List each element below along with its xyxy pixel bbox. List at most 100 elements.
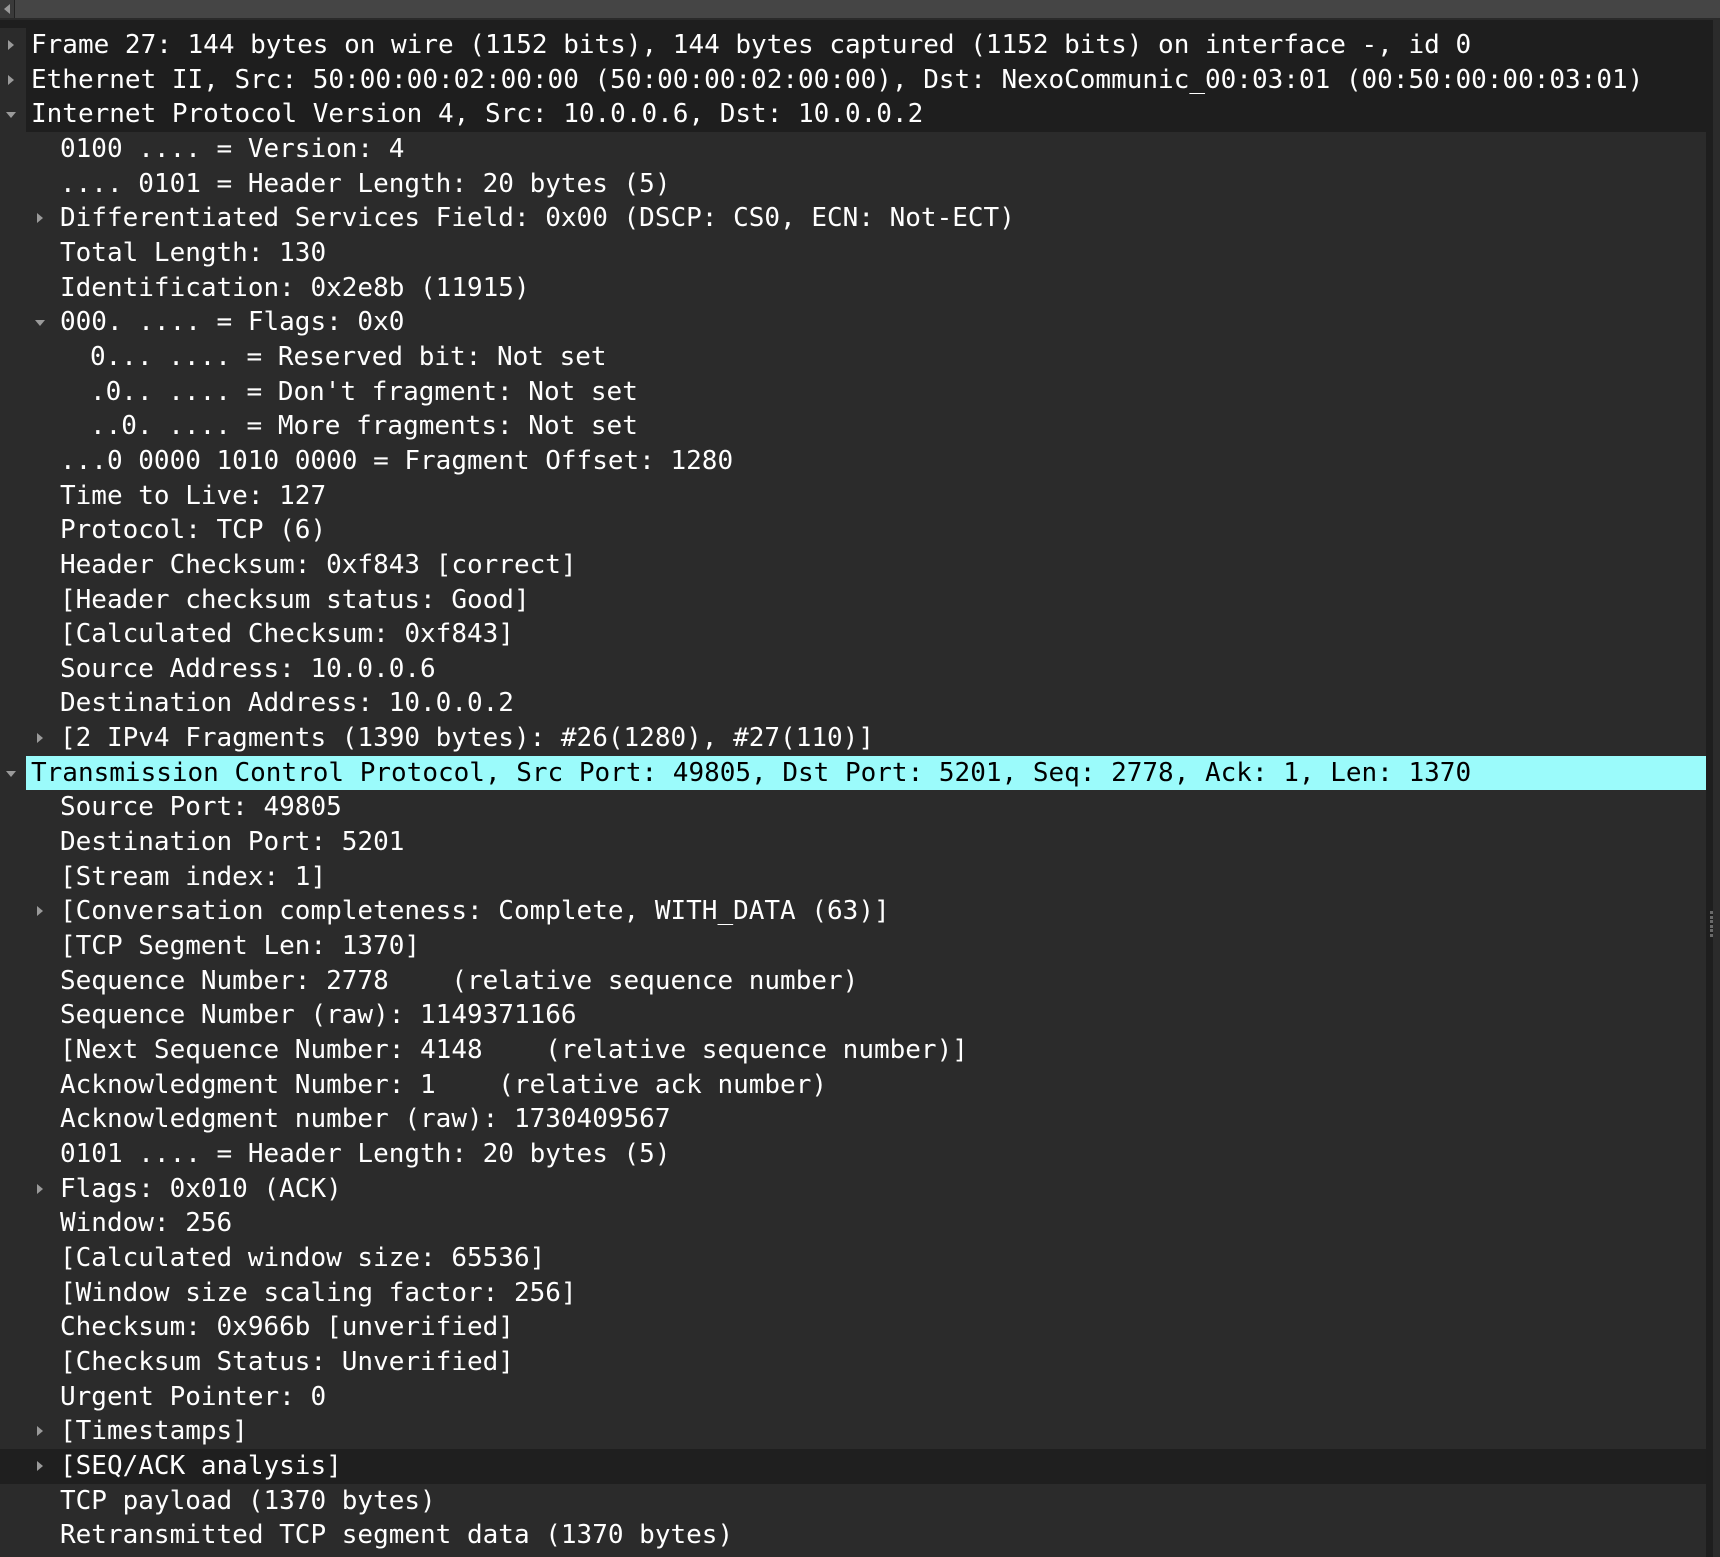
tree-item[interactable]: [2 IPv4 Fragments (1390 bytes): #26(1280… [0,721,1706,756]
tree-item-label: Internet Protocol Version 4, Src: 10.0.0… [31,99,924,130]
tree-item-selected[interactable]: Transmission Control Protocol, Src Port:… [0,755,1706,791]
tree-item-label: 0100 .... = Version: 4 [60,133,405,164]
tree-item-label: Frame 27: 144 bytes on wire (1152 bits),… [31,30,1472,60]
tree-item[interactable]: Acknowledgment number (raw): 1730409567 [0,1102,1706,1137]
tree-item-label: Window: 256 [60,1208,233,1239]
pane-splitter-handle[interactable] [1706,20,1713,1557]
tree-item[interactable]: [Stream index: 1] [0,860,1706,895]
tree-item[interactable]: [Conversation completeness: Complete, WI… [0,894,1706,929]
collapsed-arrow-icon[interactable] [6,63,16,98]
scroll-left-arrow-icon[interactable] [0,0,15,18]
tree-item[interactable]: [Header checksum status: Good] [0,583,1706,618]
tree-item[interactable]: Flags: 0x010 (ACK) [0,1172,1706,1207]
tree-item-label: ..0. .... = More fragments: Not set [90,411,638,442]
tree-item[interactable]: Ethernet II, Src: 50:00:00:02:00:00 (50:… [0,62,1706,98]
tree-item-label: [Stream index: 1] [60,861,327,892]
collapsed-arrow-icon[interactable] [35,1414,45,1449]
tree-item-label: Urgent Pointer: 0 [60,1381,327,1412]
tree-item-label: Time to Live: 127 [60,480,327,511]
tree-item-label: Retransmitted TCP segment data (1370 byt… [60,1520,734,1551]
tree-item[interactable]: Sequence Number (raw): 1149371166 [0,998,1706,1033]
tree-item[interactable]: Internet Protocol Version 4, Src: 10.0.0… [0,97,1706,132]
tree-item-label: Sequence Number: 2778 (relative sequence… [60,965,859,996]
tree-item-label: Transmission Control Protocol, Src Port:… [31,757,1472,788]
tree-item-label: Differentiated Services Field: 0x00 (DSC… [60,203,1015,234]
tree-item-label: Destination Address: 10.0.0.2 [60,688,514,719]
tree-item-label: Acknowledgment number (raw): 1730409567 [60,1104,671,1135]
tree-item-label: Sequence Number (raw): 1149371166 [60,1000,577,1031]
tree-item-label: Source Address: 10.0.0.6 [60,653,436,684]
collapsed-arrow-icon[interactable] [35,201,45,236]
row-background [26,1206,1706,1241]
tree-item-label: Flags: 0x010 (ACK) [60,1173,342,1204]
tree-item-label: Destination Port: 5201 [60,827,405,858]
tree-item[interactable]: ..0. .... = More fragments: Not set [0,409,1706,444]
tree-item[interactable]: .0.. .... = Don't fragment: Not set [0,375,1706,410]
tree-item[interactable]: Window: 256 [0,1206,1706,1241]
tree-item[interactable]: [Calculated Checksum: 0xf843] [0,617,1706,652]
tree-item[interactable]: Frame 27: 144 bytes on wire (1152 bits),… [0,28,1706,63]
tree-item[interactable]: [Next Sequence Number: 4148 (relative se… [0,1033,1706,1068]
tree-item[interactable]: Checksum: 0x966b [unverified] [0,1310,1706,1345]
expanded-arrow-icon[interactable] [35,305,45,340]
tree-item[interactable]: [Checksum Status: Unverified] [0,1345,1706,1380]
tree-item[interactable]: Destination Port: 5201 [0,825,1706,860]
tree-item-label: [Timestamps] [60,1416,248,1447]
tree-item-label: 0... .... = Reserved bit: Not set [90,341,607,372]
tree-item-label: Source Port: 49805 [60,792,342,823]
tree-item-label: [Checksum Status: Unverified] [60,1346,514,1377]
expanded-arrow-icon[interactable] [6,756,16,791]
tree-item[interactable]: Differentiated Services Field: 0x00 (DSC… [0,201,1706,236]
packet-details-tree: Frame 27: 144 bytes on wire (1152 bits),… [0,28,1706,1553]
tree-item-label: [Conversation completeness: Complete, WI… [60,896,890,927]
tree-item-label: [Header checksum status: Good] [60,584,530,615]
tree-item[interactable]: Source Port: 49805 [0,790,1706,825]
tree-item[interactable]: Sequence Number: 2778 (relative sequence… [0,964,1706,999]
tree-item-label: TCP payload (1370 bytes) [60,1485,436,1516]
expanded-arrow-icon[interactable] [6,97,16,132]
tree-item[interactable]: [Timestamps] [0,1414,1706,1449]
tree-item[interactable]: Protocol: TCP (6) [0,513,1706,548]
tree-item-label: ...0 0000 1010 0000 = Fragment Offset: 1… [60,445,734,476]
tree-item[interactable]: 0... .... = Reserved bit: Not set [0,340,1706,375]
tree-item-label: Acknowledgment Number: 1 (relative ack n… [60,1069,828,1100]
tree-item[interactable]: [Window size scaling factor: 256] [0,1276,1706,1311]
tree-item[interactable]: 000. .... = Flags: 0x0 [0,305,1706,340]
tree-item[interactable]: Source Address: 10.0.0.6 [0,652,1706,687]
tree-item[interactable]: Acknowledgment Number: 1 (relative ack n… [0,1068,1706,1103]
tree-item[interactable]: .... 0101 = Header Length: 20 bytes (5) [0,167,1706,202]
tree-item-label: Protocol: TCP (6) [60,515,327,546]
tree-item-label: [Next Sequence Number: 4148 (relative se… [60,1035,968,1066]
tree-item[interactable]: [SEQ/ACK analysis] [0,1448,1706,1484]
collapsed-arrow-icon[interactable] [35,894,45,929]
tree-item[interactable]: [Calculated window size: 65536] [0,1241,1706,1276]
tree-item-label: [SEQ/ACK analysis] [60,1450,342,1481]
tree-item[interactable]: Header Checksum: 0xf843 [correct] [0,548,1706,583]
collapsed-arrow-icon[interactable] [35,1172,45,1207]
tree-item[interactable]: Total Length: 130 [0,236,1706,271]
tree-item[interactable]: Identification: 0x2e8b (11915) [0,271,1706,306]
collapsed-arrow-icon[interactable] [35,721,45,756]
tree-item-label: 000. .... = Flags: 0x0 [60,307,405,338]
tree-item-label: Total Length: 130 [60,237,327,268]
tree-item[interactable]: TCP payload (1370 bytes) [0,1484,1706,1519]
right-pane-edge [1713,20,1720,1557]
collapsed-arrow-icon[interactable] [6,28,16,63]
tree-item-label: Ethernet II, Src: 50:00:00:02:00:00 (50:… [31,64,1644,95]
tree-item-label: [2 IPv4 Fragments (1390 bytes): #26(1280… [60,723,874,754]
collapsed-arrow-icon[interactable] [35,1449,45,1484]
tree-item-label: [Calculated window size: 65536] [60,1242,546,1273]
tree-top-padding [0,20,1706,28]
tree-item-label: 0101 .... = Header Length: 20 bytes (5) [60,1139,671,1169]
horizontal-scrollbar[interactable] [0,0,1720,20]
tree-item[interactable]: 0100 .... = Version: 4 [0,132,1706,167]
tree-item[interactable]: Destination Address: 10.0.0.2 [0,686,1706,721]
tree-item[interactable]: ...0 0000 1010 0000 = Fragment Offset: 1… [0,444,1706,479]
tree-item[interactable]: Urgent Pointer: 0 [0,1380,1706,1415]
tree-item[interactable]: Retransmitted TCP segment data (1370 byt… [0,1518,1706,1553]
tree-item[interactable]: Time to Live: 127 [0,479,1706,514]
tree-item[interactable]: [TCP Segment Len: 1370] [0,929,1706,964]
tree-item-label: [Calculated Checksum: 0xf843] [60,619,514,650]
tree-item[interactable]: 0101 .... = Header Length: 20 bytes (5) [0,1137,1706,1172]
tree-item-label: Identification: 0x2e8b (11915) [60,272,530,303]
